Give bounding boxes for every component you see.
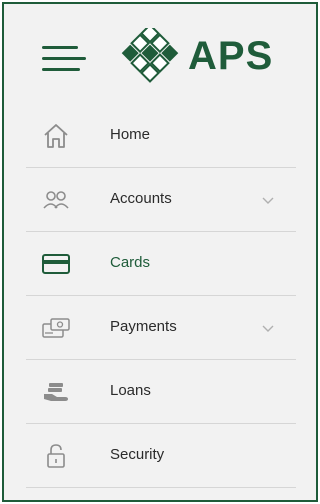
side-menu: Home Accounts Cards Payments Loans Secur…: [4, 104, 316, 488]
divider: [26, 487, 296, 488]
hamburger-menu-icon[interactable]: [40, 44, 88, 74]
menu-item-cards[interactable]: Cards: [4, 232, 316, 296]
loans-icon: [40, 378, 72, 406]
header: APS: [4, 4, 316, 104]
card-icon: [40, 250, 72, 278]
menu-item-label: Payments: [110, 318, 177, 335]
menu-item-label: Security: [110, 446, 165, 463]
aps-logo: APS: [110, 23, 290, 84]
menu-item-label: Home: [110, 126, 151, 143]
menu-item-label: Accounts: [110, 190, 172, 207]
logo-text: APS: [188, 34, 274, 78]
menu-item-accounts[interactable]: Accounts: [4, 168, 316, 232]
menu-item-home[interactable]: Home: [4, 104, 316, 168]
payments-icon: [40, 314, 72, 342]
menu-item-loans[interactable]: Loans: [4, 360, 316, 424]
home-icon: [40, 122, 72, 150]
chevron-down-icon[interactable]: [260, 192, 276, 208]
chevron-down-icon[interactable]: [260, 320, 276, 336]
menu-item-security[interactable]: Security: [4, 424, 316, 488]
menu-item-label: Loans: [110, 382, 151, 399]
lock-icon: [40, 442, 72, 470]
menu-item-label: Cards: [110, 254, 151, 271]
menu-item-payments[interactable]: Payments: [4, 296, 316, 360]
navigation-panel: APS Home Accounts Cards Payments Loans S…: [2, 2, 318, 502]
logo-diamond-mark: [121, 23, 179, 83]
accounts-icon: [40, 186, 72, 214]
